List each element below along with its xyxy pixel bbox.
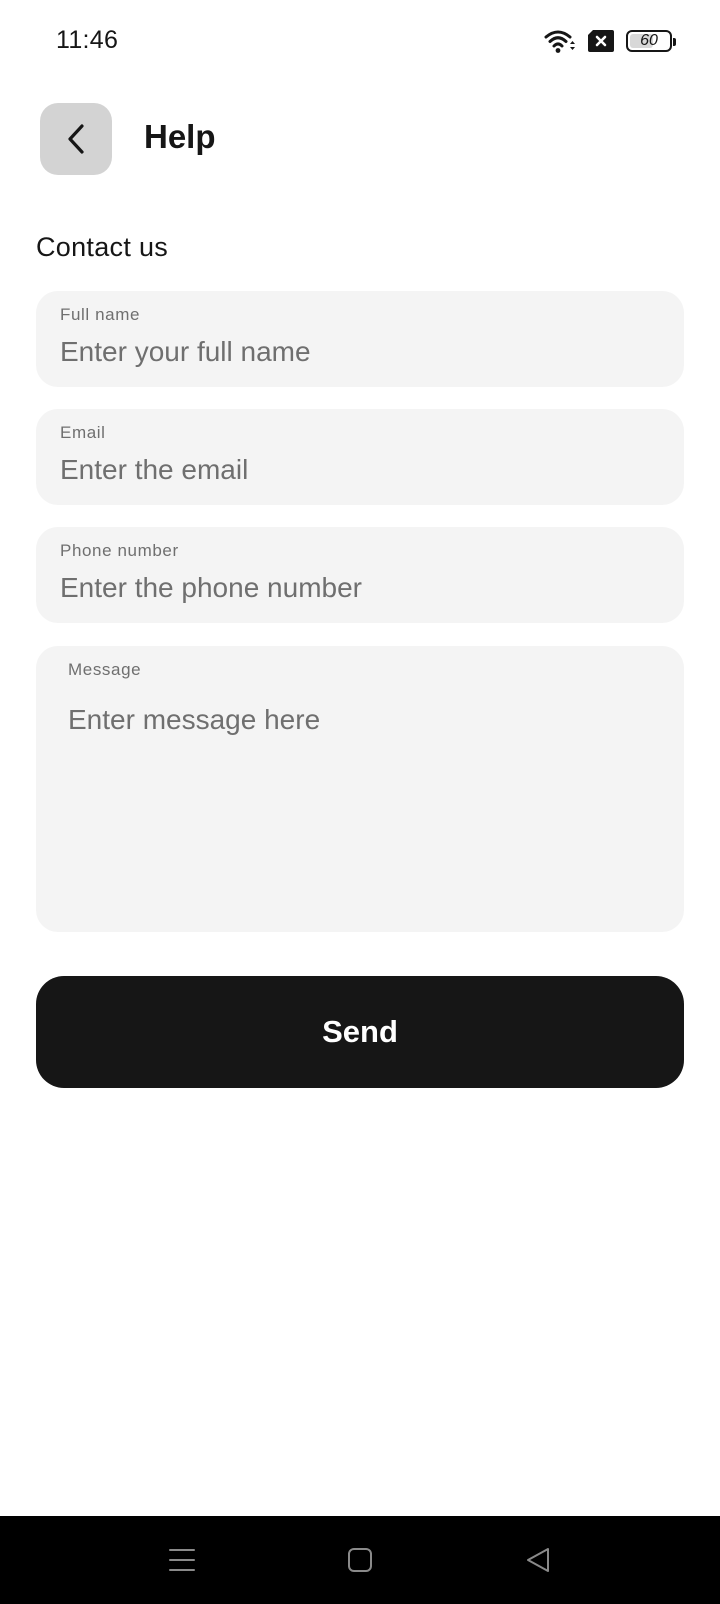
message-field[interactable]: Message xyxy=(36,646,684,932)
status-bar: 11:46 60 xyxy=(0,0,720,82)
phone-number-input[interactable] xyxy=(60,567,660,609)
back-triangle-icon xyxy=(527,1548,549,1572)
full-name-label: Full name xyxy=(60,305,141,324)
back-button[interactable] xyxy=(40,103,112,175)
full-name-field[interactable]: Full name xyxy=(36,291,684,387)
full-name-input[interactable] xyxy=(60,331,660,373)
email-label: Email xyxy=(60,423,106,442)
home-button[interactable] xyxy=(338,1538,382,1582)
chevron-left-icon xyxy=(68,124,84,154)
home-icon xyxy=(348,1548,372,1572)
no-sim-icon xyxy=(588,30,614,52)
status-icons: 60 xyxy=(544,28,676,54)
battery-icon: 60 xyxy=(626,30,676,52)
section-title-contact-us: Contact us xyxy=(36,232,169,262)
message-label: Message xyxy=(68,660,142,679)
phone-number-label: Phone number xyxy=(60,541,179,560)
phone-number-field[interactable]: Phone number xyxy=(36,527,684,623)
recent-apps-button[interactable] xyxy=(160,1538,204,1582)
wifi-icon xyxy=(544,30,575,53)
send-button[interactable]: Send xyxy=(36,976,684,1088)
system-nav-bar xyxy=(0,1516,720,1604)
email-field[interactable]: Email xyxy=(36,409,684,505)
email-input[interactable] xyxy=(60,449,660,491)
help-screen: 11:46 60 Help Contact us Full name Enter… xyxy=(0,0,720,1604)
status-time: 11:46 xyxy=(56,26,119,54)
message-textarea[interactable] xyxy=(68,704,658,904)
battery-level: 60 xyxy=(640,32,658,49)
page-title: Help xyxy=(144,118,216,155)
menu-icon xyxy=(169,1549,195,1571)
system-back-button[interactable] xyxy=(516,1538,560,1582)
